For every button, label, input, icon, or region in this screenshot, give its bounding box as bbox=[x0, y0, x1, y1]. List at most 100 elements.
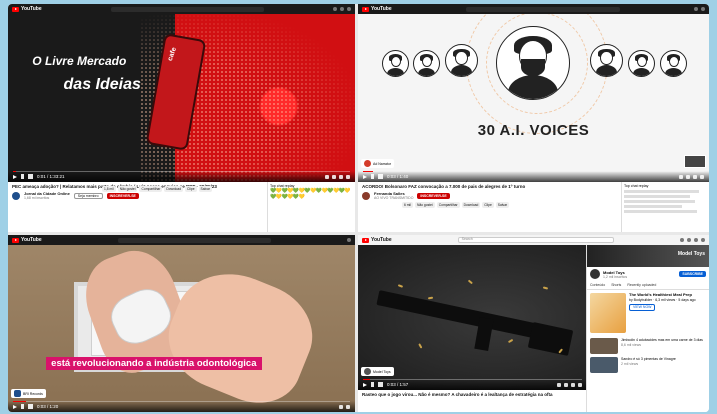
youtube-logo[interactable]: YouTube bbox=[12, 237, 42, 243]
share-button[interactable]: Compartilhar bbox=[436, 202, 460, 208]
channel-name[interactable]: Model Toys bbox=[603, 270, 627, 275]
download-button[interactable]: Download bbox=[461, 202, 481, 208]
join-button[interactable]: Seja membro bbox=[73, 192, 103, 199]
chat-title[interactable]: Top chat replay bbox=[624, 184, 707, 188]
fullscreen-icon[interactable] bbox=[700, 174, 704, 179]
panel-top-left: YouTube cafe O Livre Mercado das Ideias … bbox=[8, 4, 355, 232]
dislike-button[interactable]: Não gostei bbox=[117, 186, 138, 192]
mic-icon[interactable] bbox=[680, 238, 684, 242]
channel-avatar bbox=[364, 160, 371, 167]
channel-subs: 1,2 mil inscritos bbox=[603, 274, 628, 279]
dislike-button[interactable]: Não gostei bbox=[414, 202, 435, 208]
volume-icon[interactable] bbox=[28, 404, 33, 409]
avatar[interactable] bbox=[701, 238, 705, 242]
apps-icon[interactable] bbox=[694, 7, 698, 11]
notifications-icon[interactable] bbox=[694, 238, 698, 242]
fullscreen-icon[interactable] bbox=[346, 174, 350, 179]
clip-button[interactable]: Clipe bbox=[185, 186, 197, 192]
channel-banner: Model Toys bbox=[587, 245, 709, 267]
search-input[interactable] bbox=[465, 6, 620, 12]
fullscreen-icon[interactable] bbox=[578, 382, 582, 387]
list-title[interactable]: Jimbodin 4 adubacides mas em uma carne d… bbox=[621, 338, 703, 343]
panel-top-right: YouTube 30 A.I. VOICES Ad Narrator 0:03 … bbox=[358, 4, 709, 232]
theater-icon[interactable] bbox=[693, 174, 697, 179]
theater-icon[interactable] bbox=[339, 174, 343, 179]
top-bar: YouTube bbox=[358, 4, 709, 14]
list-thumbnail[interactable] bbox=[590, 338, 618, 354]
video-player[interactable]: Model Toys 0:03 / 1:57 bbox=[358, 245, 587, 390]
channel-watermark[interactable]: Model Toys bbox=[361, 367, 394, 376]
channel-avatar[interactable] bbox=[362, 191, 370, 200]
tab-content[interactable]: Conteúdo bbox=[590, 283, 605, 287]
list-thumbnail[interactable] bbox=[590, 357, 618, 373]
settings-icon[interactable] bbox=[686, 174, 690, 179]
next-icon[interactable] bbox=[371, 382, 374, 387]
like-button[interactable]: 1,8 mil bbox=[102, 186, 116, 192]
screenshot-frame: YouTube cafe O Livre Mercado das Ideias … bbox=[8, 4, 709, 412]
tab-shorts[interactable]: Shorts bbox=[611, 283, 621, 287]
fullscreen-icon[interactable] bbox=[346, 404, 350, 409]
search-input[interactable]: Search bbox=[457, 237, 614, 243]
play-icon[interactable] bbox=[13, 404, 17, 409]
like-button[interactable]: 6 mil bbox=[402, 202, 413, 208]
search-input[interactable] bbox=[111, 6, 264, 12]
featured-video[interactable]: The World's Healthiest Meal Prep by Body… bbox=[587, 290, 709, 336]
play-icon[interactable] bbox=[13, 174, 17, 179]
list-item[interactable]: Sandro é só 3 pimentas de Vinagre 2 mil v… bbox=[590, 357, 706, 373]
video-player[interactable]: cafe O Livre Mercado das Ideias 0:01 / 1… bbox=[8, 14, 355, 182]
channel-watermark[interactable]: BRI Records bbox=[11, 389, 46, 398]
subscribe-button[interactable]: INSCREVER-SE bbox=[106, 192, 139, 199]
channel-avatar[interactable] bbox=[12, 191, 20, 200]
volume-icon[interactable] bbox=[28, 174, 33, 179]
channel-watermark[interactable]: Ad Narrator bbox=[361, 159, 395, 168]
settings-icon[interactable] bbox=[564, 382, 568, 387]
volume-icon[interactable] bbox=[378, 382, 383, 387]
featured-thumbnail[interactable] bbox=[590, 293, 626, 333]
list-item[interactable]: Jimbodin 4 adubacides mas em uma carne d… bbox=[590, 338, 706, 354]
search-placeholder: Search bbox=[461, 237, 473, 241]
subscribe-button[interactable]: INSCREVER-SE bbox=[417, 192, 450, 199]
top-bar: YouTube bbox=[8, 235, 355, 245]
avatar[interactable] bbox=[701, 7, 705, 11]
next-icon[interactable] bbox=[371, 174, 374, 179]
video-player[interactable]: 30 A.I. VOICES Ad Narrator 0:03 / 1:40 bbox=[358, 14, 709, 182]
video-player[interactable]: está revolucionando a indústria odontoló… bbox=[8, 245, 355, 412]
featured-meta: by Bodybuilder · 6,3 mil views · 5 days … bbox=[629, 297, 696, 302]
youtube-logo[interactable]: YouTube bbox=[362, 237, 392, 243]
channel-avatar[interactable] bbox=[590, 269, 600, 279]
share-button[interactable]: Compartilhar bbox=[139, 186, 163, 192]
miniplayer-icon[interactable] bbox=[571, 382, 575, 387]
download-button[interactable]: Download bbox=[164, 186, 184, 192]
chat-panel: Top chat replay bbox=[621, 182, 709, 232]
search-input[interactable] bbox=[118, 237, 271, 243]
play-icon[interactable] bbox=[363, 382, 367, 387]
avatar[interactable] bbox=[346, 238, 351, 242]
next-icon[interactable] bbox=[21, 174, 24, 179]
create-icon[interactable] bbox=[687, 238, 691, 242]
subscribe-button[interactable]: SUBSCRIBE bbox=[679, 271, 706, 277]
subtitles-icon[interactable] bbox=[325, 174, 329, 179]
video-overlay-title-line2: das Ideias bbox=[63, 76, 141, 94]
save-button[interactable]: Salvar bbox=[198, 186, 212, 192]
youtube-logo[interactable]: YouTube bbox=[12, 6, 42, 12]
settings-icon[interactable] bbox=[339, 404, 343, 409]
end-card-thumbnail[interactable] bbox=[684, 155, 706, 168]
clip-button[interactable]: Clipe bbox=[482, 202, 494, 208]
featured-button[interactable]: VIEW NOW bbox=[629, 304, 656, 311]
video-caption: está revolucionando a indústria odontoló… bbox=[46, 356, 262, 370]
next-icon[interactable] bbox=[21, 404, 24, 409]
apps-icon[interactable] bbox=[332, 7, 337, 11]
tab-recent[interactable]: Recently uploaded bbox=[627, 283, 656, 287]
volume-icon[interactable] bbox=[378, 174, 383, 179]
youtube-logo[interactable]: YouTube bbox=[362, 6, 392, 12]
subtitles-icon[interactable] bbox=[557, 382, 561, 387]
featured-title[interactable]: The World's Healthiest Meal Prep bbox=[629, 292, 692, 297]
avatar[interactable] bbox=[346, 7, 351, 11]
play-icon[interactable] bbox=[363, 174, 367, 179]
save-button[interactable]: Salvar bbox=[495, 202, 510, 208]
settings-icon[interactable] bbox=[332, 174, 336, 179]
list-title[interactable]: Sandro é só 3 pimentas de Vinagre bbox=[621, 357, 676, 362]
youtube-play-icon bbox=[12, 237, 19, 243]
notifications-icon[interactable] bbox=[339, 7, 344, 11]
autoplay-toggle[interactable] bbox=[679, 174, 683, 179]
